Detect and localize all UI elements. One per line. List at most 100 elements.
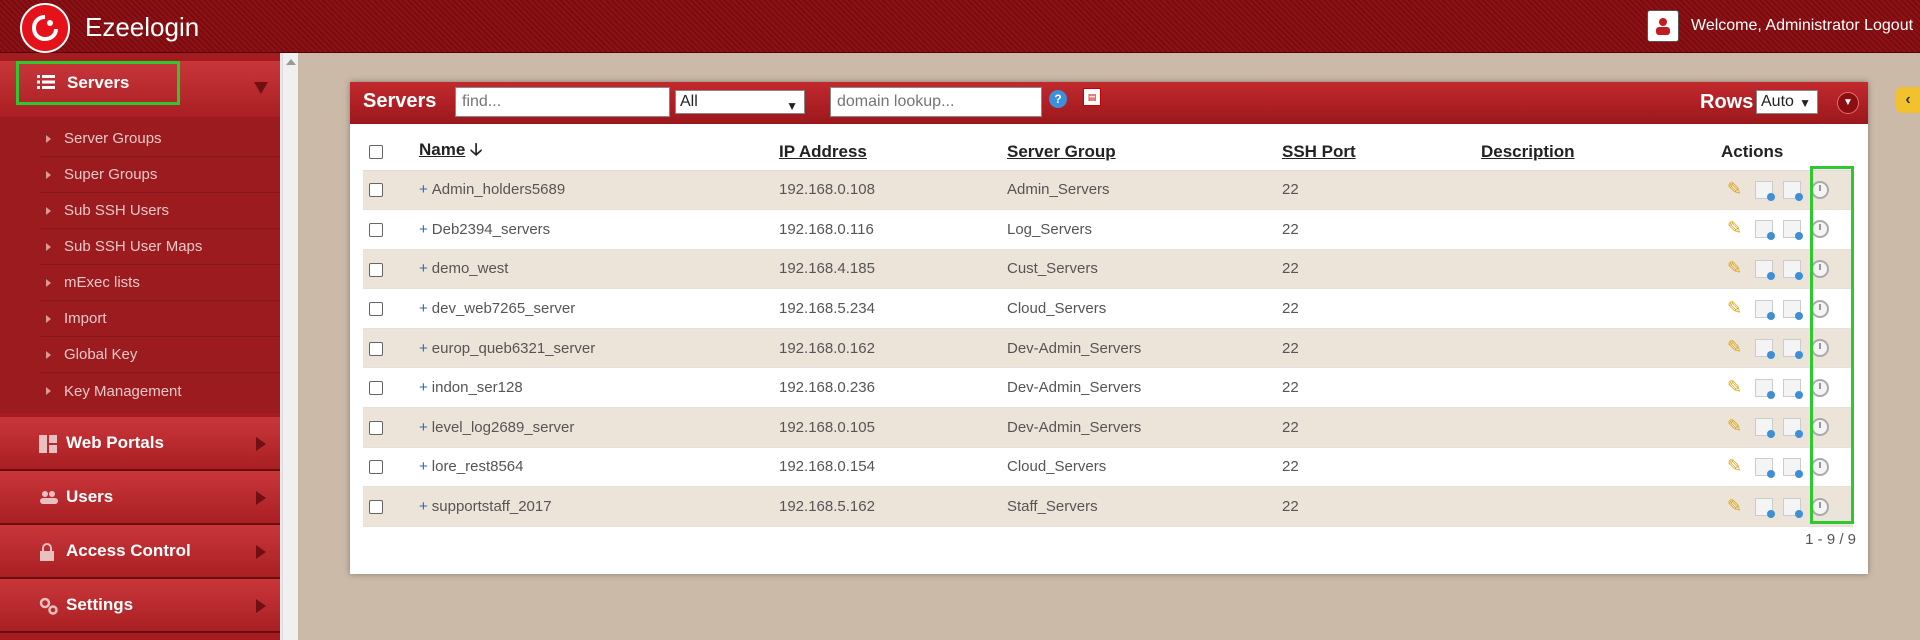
column-name[interactable]: Name 🡣	[419, 134, 779, 171]
row-checkbox[interactable]	[369, 341, 383, 356]
logout-link[interactable]: Logout	[1864, 17, 1913, 34]
add-key-icon[interactable]	[1755, 457, 1775, 478]
rows-select[interactable]: Auto ▼	[1756, 90, 1818, 114]
edit-pencil-icon[interactable]	[1727, 416, 1745, 437]
server-name-cell[interactable]: + demo_west	[419, 249, 779, 290]
sidebar-item-sub-ssh-users[interactable]: Sub SSH Users	[40, 193, 280, 229]
edit-pencil-icon[interactable]	[1727, 258, 1745, 279]
server-name-cell[interactable]: + lore_rest8564	[419, 447, 779, 488]
add-key-icon[interactable]	[1755, 260, 1775, 280]
sidebar-section-servers[interactable]: Servers	[16, 61, 180, 105]
server-name[interactable]: supportstaff_2017	[432, 498, 552, 515]
server-name-cell[interactable]: + dev_web7265_server	[419, 288, 779, 329]
edit-pencil-icon[interactable]	[1727, 377, 1745, 398]
add-user-icon[interactable]	[1783, 299, 1803, 320]
sidebar-section-web-portals[interactable]: Web Portals	[0, 417, 280, 471]
server-name[interactable]: Admin_holders5689	[432, 181, 565, 198]
ezeelogin-logo[interactable]	[20, 3, 70, 53]
edit-pencil-icon[interactable]	[1727, 337, 1745, 358]
expand-plus-icon[interactable]: +	[419, 340, 428, 357]
add-key-icon[interactable]	[1755, 497, 1775, 518]
add-user-icon[interactable]	[1783, 220, 1803, 241]
row-checkbox[interactable]	[369, 302, 383, 317]
expand-plus-icon[interactable]: +	[419, 498, 428, 515]
add-user-icon[interactable]	[1783, 339, 1803, 360]
column-server-group[interactable]: Server Group	[1007, 134, 1282, 171]
sidebar-item-global-key[interactable]: Global Key	[40, 337, 280, 373]
expand-plus-icon[interactable]: +	[419, 260, 428, 277]
server-name[interactable]: europ_queb6321_server	[432, 340, 595, 357]
server-name-cell[interactable]: + europ_queb6321_server	[419, 328, 779, 369]
filter-select[interactable]: All ▼	[675, 90, 805, 114]
sidebar-item-sub-ssh-user-maps[interactable]: Sub SSH User Maps	[40, 229, 280, 265]
help-icon[interactable]: ?	[1049, 90, 1067, 108]
expand-plus-icon[interactable]: +	[419, 458, 428, 475]
edit-pencil-icon[interactable]	[1727, 298, 1745, 319]
server-name-cell[interactable]: + Deb2394_servers	[419, 209, 779, 250]
row-checkbox[interactable]	[369, 262, 383, 277]
sidebar-item-mexec-lists[interactable]: mExec lists	[40, 265, 280, 301]
scroll-up-icon[interactable]	[286, 59, 296, 65]
sidebar-section-users[interactable]: Users	[0, 471, 280, 525]
sidebar-section-access-control[interactable]: Access Control	[0, 525, 280, 579]
server-name[interactable]: lore_rest8564	[432, 458, 524, 475]
export-icon[interactable]: ▤	[1083, 88, 1101, 106]
expand-plus-icon[interactable]: +	[419, 221, 428, 238]
expand-plus-icon[interactable]: +	[419, 419, 428, 436]
server-name[interactable]: Deb2394_servers	[432, 221, 550, 238]
expand-plus-icon[interactable]: +	[419, 181, 428, 198]
chevron-down-icon[interactable]	[254, 81, 268, 99]
add-user-icon[interactable]	[1783, 378, 1803, 399]
chevron-right-icon	[256, 436, 266, 456]
row-checkbox[interactable]	[369, 500, 383, 515]
edit-pencil-icon[interactable]	[1727, 179, 1745, 200]
row-checkbox[interactable]	[369, 460, 383, 475]
bullet-icon	[46, 135, 51, 143]
ip-address-cell: 192.168.5.234	[779, 288, 1007, 329]
server-name-cell[interactable]: + Admin_holders5689	[419, 170, 779, 211]
server-name-cell[interactable]: + indon_ser128	[419, 367, 779, 409]
add-key-icon[interactable]	[1755, 378, 1775, 399]
sidebar-section-settings[interactable]: Settings	[0, 579, 280, 633]
add-key-icon[interactable]	[1755, 339, 1775, 360]
sidebar-item-super-groups[interactable]: Super Groups	[40, 157, 280, 193]
expand-plus-icon[interactable]: +	[419, 300, 428, 317]
sidebar-item-server-groups[interactable]: Server Groups	[40, 121, 280, 157]
sidebar-scrollbar[interactable]	[282, 53, 298, 640]
server-name[interactable]: level_log2689_server	[432, 419, 575, 436]
add-user-icon[interactable]	[1783, 497, 1803, 518]
column-ip-address[interactable]: IP Address	[779, 134, 1007, 171]
server-name[interactable]: demo_west	[432, 260, 509, 277]
add-key-icon[interactable]	[1755, 220, 1775, 241]
sidebar-item-import[interactable]: Import	[40, 301, 280, 337]
row-checkbox[interactable]	[369, 222, 383, 237]
column-description[interactable]: Description	[1481, 134, 1721, 171]
sidebar-item-key-management[interactable]: Key Management	[40, 373, 280, 409]
row-checkbox[interactable]	[369, 183, 383, 198]
collapse-panel-button[interactable]: ▼	[1837, 92, 1859, 114]
edit-pencil-icon[interactable]	[1727, 218, 1745, 239]
bullet-icon	[46, 243, 51, 251]
server-name-cell[interactable]: + level_log2689_server	[419, 407, 779, 448]
add-key-icon[interactable]	[1755, 418, 1775, 439]
find-input[interactable]	[455, 87, 670, 117]
add-key-icon[interactable]	[1755, 299, 1775, 320]
add-key-icon[interactable]	[1755, 180, 1775, 201]
expand-plus-icon[interactable]: +	[419, 379, 428, 396]
add-user-icon[interactable]	[1783, 418, 1803, 439]
select-all-checkbox[interactable]	[369, 145, 383, 160]
column-ssh-port[interactable]: SSH Port	[1282, 134, 1481, 171]
server-name[interactable]: dev_web7265_server	[432, 300, 575, 317]
add-user-icon[interactable]	[1783, 180, 1803, 201]
server-name-cell[interactable]: + supportstaff_2017	[419, 486, 779, 527]
row-checkbox[interactable]	[369, 420, 383, 435]
server-name[interactable]: indon_ser128	[432, 379, 523, 396]
row-checkbox[interactable]	[369, 381, 383, 396]
add-user-icon[interactable]	[1783, 260, 1803, 280]
add-user-icon[interactable]	[1783, 457, 1803, 478]
edit-pencil-icon[interactable]	[1727, 456, 1745, 477]
user-avatar-icon[interactable]	[1647, 10, 1679, 42]
edit-pencil-icon[interactable]	[1727, 496, 1745, 517]
side-panel-toggle[interactable]: ‹	[1896, 87, 1920, 113]
domain-lookup-input[interactable]	[830, 87, 1042, 117]
